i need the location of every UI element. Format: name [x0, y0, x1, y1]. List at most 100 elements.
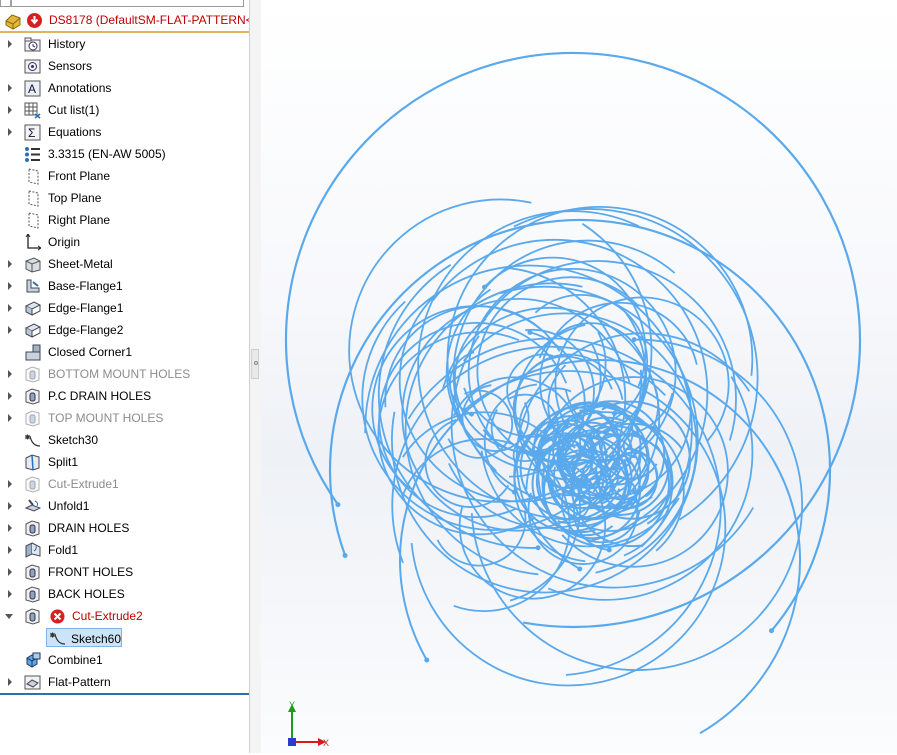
- annotations-icon: A: [24, 80, 41, 97]
- tree-item-label: DRAIN HOLES: [48, 521, 130, 535]
- sketch-point[interactable]: [424, 657, 430, 663]
- tree-item-label: Cut-Extrude2: [72, 609, 143, 623]
- expand-arrow-icon[interactable]: [8, 502, 12, 510]
- sketch-point[interactable]: [631, 337, 637, 343]
- tree-item-label: Front Plane: [48, 169, 111, 183]
- tree-item-cut-extrude1[interactable]: Cut-Extrude1: [0, 473, 249, 495]
- plane-icon: [28, 190, 39, 207]
- expand-arrow-icon[interactable]: [8, 370, 12, 378]
- tree-item-split1[interactable]: Split1: [0, 451, 249, 473]
- expand-arrow-icon[interactable]: [8, 480, 12, 488]
- expand-arrow-icon[interactable]: [8, 304, 12, 312]
- hole-feature-icon: [25, 520, 40, 537]
- sketch-point[interactable]: [335, 502, 341, 508]
- expand-arrow-icon[interactable]: [8, 282, 12, 290]
- tree-item-front-plane[interactable]: Front Plane: [0, 165, 249, 187]
- expand-arrow-icon[interactable]: [8, 40, 12, 48]
- tree-item-back-holes[interactable]: BACK HOLES: [0, 583, 249, 605]
- expand-arrow-icon[interactable]: [8, 326, 12, 334]
- tree-item-p-c-drain-holes[interactable]: P.C DRAIN HOLES: [0, 385, 249, 407]
- tree-item-combine1[interactable]: Combine1: [0, 649, 249, 671]
- expand-arrow-icon[interactable]: [8, 84, 12, 92]
- expand-arrow-icon[interactable]: [8, 590, 12, 598]
- closed-corner-icon: [25, 344, 41, 361]
- cut-list-icon: [24, 102, 41, 119]
- split-icon: [25, 454, 40, 471]
- tree-item-label: Split1: [48, 455, 79, 469]
- tree-item-label: BOTTOM MOUNT HOLES: [48, 367, 191, 381]
- tree-item-closed-corner1[interactable]: Closed Corner1: [0, 341, 249, 363]
- sketch-point[interactable]: [482, 284, 488, 290]
- tree-item-equations[interactable]: Σ Equations: [0, 121, 249, 143]
- sketch60-curves[interactable]: [261, 0, 897, 753]
- tree-item-label: Cut-Extrude1: [48, 477, 119, 491]
- tree-item-top-plane[interactable]: Top Plane: [0, 187, 249, 209]
- tree-item-flat-pattern[interactable]: Flat-Pattern: [0, 671, 249, 693]
- sketch-point[interactable]: [469, 411, 475, 417]
- tree-item-label: Sketch30: [48, 433, 99, 447]
- tree-item-label: 3.3315 (EN-AW 5005): [48, 147, 166, 161]
- tree-item-label: Combine1: [48, 653, 103, 667]
- tree-root-part[interactable]: DS8178 (DefaultSM-FLAT-PATTERN<I: [0, 11, 249, 31]
- sketch-point[interactable]: [612, 410, 618, 416]
- collapse-arrow-icon[interactable]: [5, 614, 13, 619]
- tree-item-sheet-metal[interactable]: Sheet-Metal: [0, 253, 249, 275]
- expand-arrow-icon[interactable]: [8, 678, 12, 686]
- part-icon: [5, 14, 21, 30]
- expand-arrow-icon[interactable]: [8, 128, 12, 136]
- tree-item-label: Unfold1: [48, 499, 90, 513]
- tree-item-edge-flange2[interactable]: Edge-Flange2: [0, 319, 249, 341]
- plane-icon: [28, 168, 39, 185]
- tree-item-label: TOP MOUNT HOLES: [48, 411, 164, 425]
- tree-item-sketch60[interactable]: Sketch60: [0, 627, 249, 649]
- tree-item-label: Cut list(1): [48, 103, 100, 117]
- tree-item-right-plane[interactable]: Right Plane: [0, 209, 249, 231]
- selected-highlight[interactable]: Sketch60: [46, 628, 122, 647]
- sketch-point[interactable]: [535, 545, 541, 551]
- tree-item-3-3315-en-aw-5005[interactable]: 3.3315 (EN-AW 5005): [0, 143, 249, 165]
- sketch-point[interactable]: [606, 547, 612, 553]
- y-axis-label: Y: [289, 700, 295, 710]
- error-icon: [50, 609, 65, 624]
- tree-item-label: Origin: [48, 235, 81, 249]
- base-flange-icon: [26, 279, 40, 293]
- tree-item-label: P.C DRAIN HOLES: [48, 389, 152, 403]
- sketch-point[interactable]: [342, 553, 348, 559]
- tree-item-front-holes[interactable]: FRONT HOLES: [0, 561, 249, 583]
- expand-arrow-icon[interactable]: [8, 568, 12, 576]
- tree-item-unfold1[interactable]: Unfold1: [0, 495, 249, 517]
- expand-arrow-icon[interactable]: [8, 260, 12, 268]
- tree-item-base-flange1[interactable]: Base-Flange1: [0, 275, 249, 297]
- x-axis-label: X: [323, 738, 329, 748]
- expand-arrow-icon[interactable]: [8, 524, 12, 532]
- expand-arrow-icon[interactable]: [8, 106, 12, 114]
- tree-item-sketch30[interactable]: Sketch30: [0, 429, 249, 451]
- splitter-grip[interactable]: [251, 349, 259, 379]
- tree-item-label: Sheet-Metal: [48, 257, 113, 271]
- tree-item-cut-list-1[interactable]: Cut list(1): [0, 99, 249, 121]
- coordinate-triad: Y X: [280, 700, 340, 750]
- edge-flange-icon: [24, 323, 41, 338]
- tree-item-edge-flange1[interactable]: Edge-Flange1: [0, 297, 249, 319]
- tree-item-label: BACK HOLES: [48, 587, 125, 601]
- rollback-bar[interactable]: [0, 693, 249, 695]
- tree-item-label: Equations: [48, 125, 102, 139]
- tree-item-sensors[interactable]: Sensors: [0, 55, 249, 77]
- expand-arrow-icon[interactable]: [8, 392, 12, 400]
- sketch-point[interactable]: [769, 628, 775, 634]
- hole-feature-icon: [25, 410, 40, 427]
- tree-item-label: Sensors: [48, 59, 93, 73]
- tree-item-cut-extrude2[interactable]: Cut-Extrude2: [0, 605, 249, 627]
- tree-item-annotations[interactable]: A Annotations: [0, 77, 249, 99]
- tree-item-fold1[interactable]: Fold1: [0, 539, 249, 561]
- tree-item-bottom-mount-holes[interactable]: BOTTOM MOUNT HOLES: [0, 363, 249, 385]
- expand-arrow-icon[interactable]: [8, 546, 12, 554]
- sketch-point[interactable]: [577, 566, 583, 572]
- graphics-viewport[interactable]: [261, 0, 897, 753]
- tree-item-drain-holes[interactable]: DRAIN HOLES: [0, 517, 249, 539]
- tree-item-origin[interactable]: Origin: [0, 231, 249, 253]
- tree-item-top-mount-holes[interactable]: TOP MOUNT HOLES: [0, 407, 249, 429]
- tree-item-history[interactable]: History: [0, 33, 249, 55]
- combine-icon: [26, 652, 41, 668]
- expand-arrow-icon[interactable]: [8, 414, 12, 422]
